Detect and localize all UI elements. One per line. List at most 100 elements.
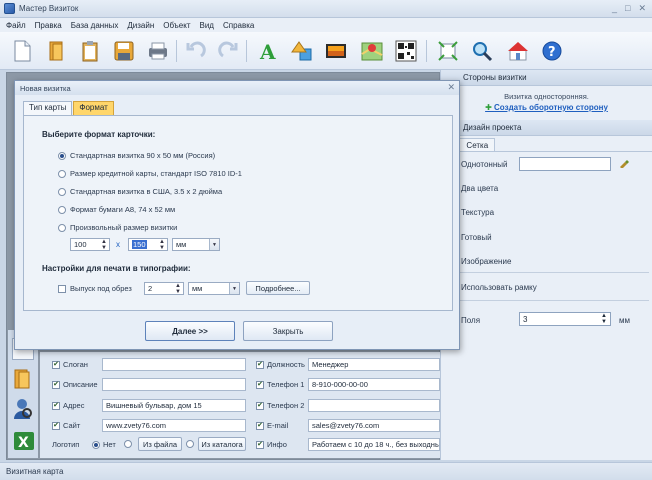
logo-catalog-option[interactable] xyxy=(186,440,194,448)
format-option-usa[interactable]: Стандартная визитка в США, 3.5 x 2 дюйма xyxy=(58,187,222,196)
phone1-input[interactable]: 8-910-000-00-00 xyxy=(308,378,440,391)
menu-object[interactable]: Объект xyxy=(163,21,190,30)
website-field-label[interactable]: ✔ Сайт xyxy=(52,421,80,430)
format-option-russia[interactable]: Стандартная визитка 90 x 50 мм (Россия) xyxy=(58,151,215,160)
info-input[interactable]: Работаем с 10 до 18 ч., без выходных xyxy=(308,438,440,451)
menu-edit[interactable]: Правка xyxy=(35,21,62,30)
custom-unit-select[interactable]: мм ▼ xyxy=(172,238,220,251)
margins-stepper[interactable]: 3 ▲ ▼ xyxy=(519,312,611,326)
bg-two-colors-label[interactable]: Два цвета xyxy=(461,184,498,193)
color-picker-icon[interactable] xyxy=(619,158,629,170)
open-folder-icon[interactable] xyxy=(42,37,70,65)
minimize-icon[interactable]: _ xyxy=(612,3,617,14)
chevron-down-icon[interactable]: ▼ xyxy=(209,239,219,250)
format-option-credit-card[interactable]: Размер кредитной карты, стандарт ISO 781… xyxy=(58,169,242,178)
redo-icon[interactable] xyxy=(214,37,242,65)
info-field-label[interactable]: ✔ Инфо xyxy=(256,440,287,449)
format-option-a8[interactable]: Формат бумаги A8, 74 x 52 мм xyxy=(58,205,175,214)
dialog-close-icon[interactable]: ✕ xyxy=(447,82,455,93)
new-file-icon[interactable] xyxy=(8,37,36,65)
zoom-icon[interactable] xyxy=(468,37,496,65)
bleed-checkbox[interactable] xyxy=(58,284,66,293)
format-radio[interactable] xyxy=(58,169,66,178)
create-back-side-link[interactable]: ✚ Создать оборотную сторону xyxy=(441,103,652,112)
format-radio[interactable] xyxy=(58,223,66,232)
undo-icon[interactable] xyxy=(182,37,210,65)
email-field-label[interactable]: ✔ E-mail xyxy=(256,421,288,430)
website-checkbox[interactable]: ✔ xyxy=(52,421,60,430)
info-checkbox[interactable]: ✔ xyxy=(256,440,264,449)
bleed-stepper[interactable]: 2 ▲ ▼ xyxy=(144,282,184,295)
slogan-field-label[interactable]: ✔ Слоган xyxy=(52,360,88,369)
map-icon[interactable] xyxy=(358,37,386,65)
chevron-down-icon[interactable]: ▼ xyxy=(229,283,239,294)
menu-design[interactable]: Дизайн xyxy=(127,21,154,30)
website-input[interactable]: www.zvety76.com xyxy=(102,419,246,432)
logo-catalog-radio[interactable] xyxy=(186,440,194,448)
email-input[interactable]: sales@zvety76.com xyxy=(308,419,440,432)
maximize-icon[interactable]: □ xyxy=(625,3,630,14)
email-checkbox[interactable]: ✔ xyxy=(256,421,264,430)
phone2-checkbox[interactable]: ✔ xyxy=(256,401,264,410)
bleed-unit-select[interactable]: мм ▼ xyxy=(188,282,240,295)
help-icon[interactable]: ? xyxy=(538,37,566,65)
stepper-arrows-icon[interactable]: ▲ ▼ xyxy=(101,239,107,251)
menu-view[interactable]: Вид xyxy=(200,21,214,30)
text-icon[interactable]: A xyxy=(254,37,282,65)
format-radio[interactable] xyxy=(58,151,66,160)
shapes-icon[interactable] xyxy=(288,37,316,65)
next-button[interactable]: Далее >> xyxy=(145,321,235,341)
tab-grid[interactable]: Сетка xyxy=(459,138,496,151)
format-option-custom[interactable]: Произвольный размер визитки xyxy=(58,223,177,232)
close-icon[interactable]: ✕ xyxy=(638,3,646,14)
position-input[interactable]: Менеджер xyxy=(308,358,440,371)
format-radio[interactable] xyxy=(58,187,66,196)
bg-ready-label[interactable]: Готовый xyxy=(461,233,492,242)
tab-card-type[interactable]: Тип карты xyxy=(23,101,73,115)
fit-page-icon[interactable] xyxy=(434,37,462,65)
clipboard-icon[interactable] xyxy=(76,37,104,65)
phone1-checkbox[interactable]: ✔ xyxy=(256,380,264,389)
logo-none-radio[interactable] xyxy=(92,440,100,449)
description-input[interactable] xyxy=(102,378,246,391)
address-checkbox[interactable]: ✔ xyxy=(52,401,60,410)
custom-width-stepper[interactable]: 100 ▲ ▼ xyxy=(70,238,110,251)
description-checkbox[interactable]: ✔ xyxy=(52,380,60,389)
solid-color-swatch[interactable] xyxy=(519,157,611,171)
format-radio[interactable] xyxy=(58,205,66,214)
stepper-arrows-icon[interactable]: ▲ ▼ xyxy=(601,313,607,325)
logo-file-radio[interactable] xyxy=(124,440,132,448)
person-icon[interactable] xyxy=(13,398,33,422)
position-checkbox[interactable]: ✔ xyxy=(256,360,264,369)
slogan-checkbox[interactable]: ✔ xyxy=(52,360,60,369)
logo-none-option[interactable]: Нет xyxy=(92,440,116,449)
close-button[interactable]: Закрыть xyxy=(243,321,333,341)
bleed-option[interactable]: Выпуск под обрез xyxy=(58,284,132,293)
tab-format[interactable]: Формат xyxy=(73,101,114,115)
address-field-label[interactable]: ✔ Адрес xyxy=(52,401,84,410)
custom-height-stepper[interactable]: 150 ▲ ▼ xyxy=(128,238,168,251)
bg-solid-label[interactable]: Однотонный xyxy=(461,160,507,169)
menu-help[interactable]: Справка xyxy=(223,21,254,30)
excel-icon[interactable]: X xyxy=(13,430,35,454)
stepper-arrows-icon[interactable]: ▲ ▼ xyxy=(159,239,165,251)
stepper-arrows-icon[interactable]: ▲ ▼ xyxy=(175,283,181,295)
menu-file[interactable]: Файл xyxy=(6,21,26,30)
phone2-field-label[interactable]: ✔ Телефон 2 xyxy=(256,401,304,410)
menu-database[interactable]: База данных xyxy=(71,21,119,30)
slogan-input[interactable] xyxy=(102,358,246,371)
folder-icon[interactable] xyxy=(13,368,33,392)
phone2-input[interactable] xyxy=(308,399,440,412)
use-frame-label[interactable]: Использовать рамку xyxy=(461,283,537,292)
qr-code-icon[interactable] xyxy=(392,37,420,65)
address-input[interactable]: Вишневый бульвар, дом 15 xyxy=(102,399,246,412)
logo-file-option[interactable] xyxy=(124,440,132,448)
settings-icon[interactable] xyxy=(504,37,532,65)
image-icon[interactable] xyxy=(322,37,350,65)
save-icon[interactable] xyxy=(110,37,138,65)
logo-from-catalog-button[interactable]: Из каталога xyxy=(198,437,246,451)
position-field-label[interactable]: ✔ Должность xyxy=(256,360,305,369)
logo-from-file-button[interactable]: Из файла xyxy=(138,437,182,451)
bg-image-label[interactable]: Изображение xyxy=(461,257,511,266)
bg-texture-label[interactable]: Текстура xyxy=(461,208,494,217)
